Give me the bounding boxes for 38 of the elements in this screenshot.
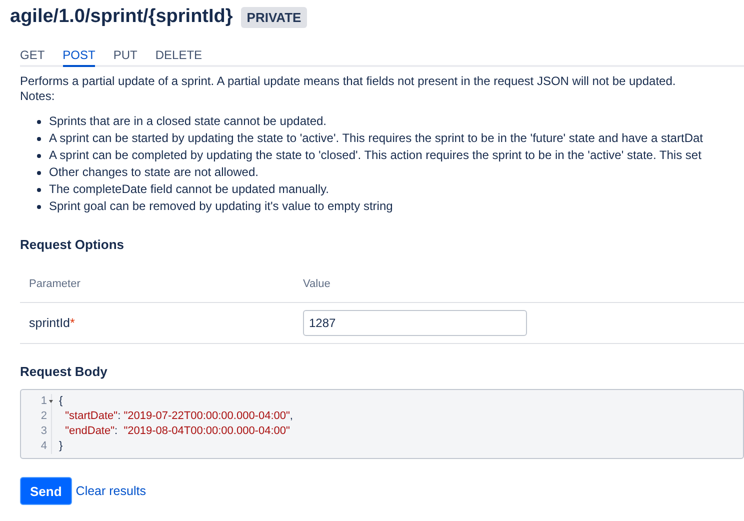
method-tab[interactable]: GET <box>20 43 45 67</box>
note-item: A sprint can be started by updating the state to 'active'. This requires the sprint to be in the 'future' state and have a startDat <box>49 130 703 147</box>
note-item: Sprint goal can be removed by updating it's value to empty string <box>49 198 393 215</box>
bullet-icon <box>37 120 41 124</box>
method-tab[interactable]: PUT <box>113 43 138 67</box>
private-badge: PRIVATE <box>240 6 308 28</box>
note-item: A sprint can be completed by updating the state to 'closed'. This action requires the sprint to be in the 'active' state. This set <box>49 147 702 164</box>
code-line: } <box>51 439 63 454</box>
parameter-name: sprintId* <box>20 302 294 344</box>
endpoint-path: agile/1.0/sprint/{sprintId} <box>10 6 233 28</box>
column-header: Value <box>294 266 744 302</box>
column-header: Parameter <box>20 266 294 302</box>
note-item: The completeDate field cannot be updated manually. <box>49 181 329 198</box>
bullet-icon <box>37 188 41 192</box>
line-number: 1 <box>40 395 47 407</box>
method-tab[interactable]: DELETE <box>155 43 202 67</box>
line-number: 3 <box>40 425 47 437</box>
code-line: { <box>51 394 63 409</box>
section-title: Request Options <box>20 237 126 252</box>
line-number: 2 <box>40 410 47 422</box>
code-editor[interactable]: 1 { 2 "startDate": "2019-07-22T00:00:00.000-04:00", 3 "endDate": "2019-08-04T00:00:00.000-04:00" 4 } <box>20 389 744 459</box>
send-button[interactable]: Send <box>20 477 72 505</box>
bullet-icon <box>37 204 41 208</box>
description-text: Performs a partial update of a sprint. A partial update means that fields not present in the request JSON will not be updated. <box>20 74 677 89</box>
notes-label: Notes: <box>20 89 56 104</box>
code-line: "startDate": "2019-07-22T00:00:00.000-04:00", <box>51 409 293 424</box>
clear-results-link[interactable]: Clear results <box>76 484 146 498</box>
note-item: Other changes to state are not allowed. <box>49 164 258 181</box>
method-tab[interactable]: POST <box>62 43 96 67</box>
line-number: 4 <box>40 440 47 452</box>
value-field[interactable]: 1287 <box>303 310 527 336</box>
code-line: "endDate": "2019-08-04T00:00:00.000-04:00" <box>51 424 290 439</box>
bullet-icon <box>37 154 41 158</box>
section-title: Request Body <box>20 364 108 379</box>
note-item: Sprints that are in a closed state cannot be updated. <box>49 113 327 130</box>
fold-caret-icon[interactable] <box>49 400 53 403</box>
bullet-icon <box>37 136 41 140</box>
bullet-icon <box>37 170 41 174</box>
